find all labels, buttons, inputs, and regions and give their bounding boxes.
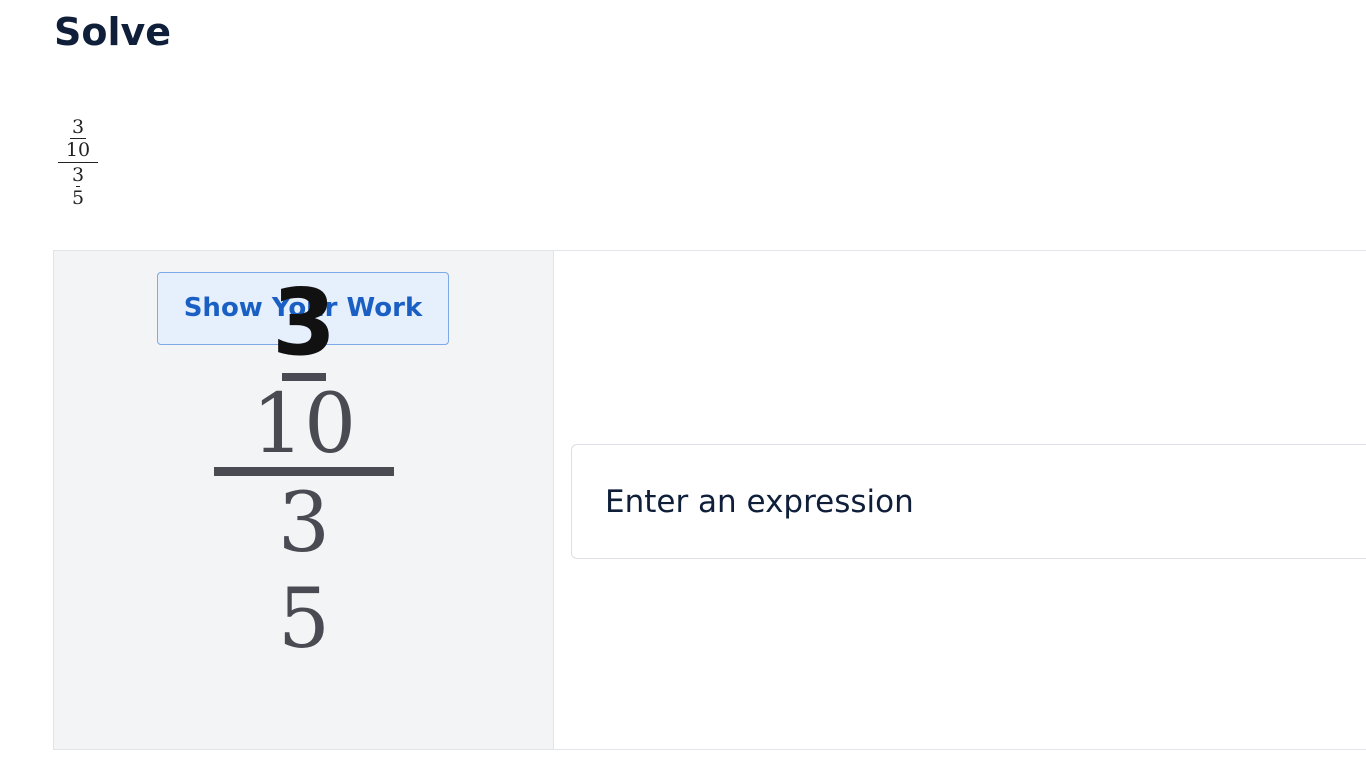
top-denominator: 10 [65,139,91,161]
problem-expression: 3 10 3 5 [58,116,98,209]
page-title: Solve [54,10,172,54]
handwritten-numerator: 3 [271,269,336,376]
complex-fraction: 3 10 3 5 [58,116,98,209]
large-bottom-fraction: 3 5 [248,476,360,667]
expression-input[interactable] [571,444,1366,559]
page: Solve 3 10 3 5 3 10 3 5 Show Your Work E… [0,0,1366,768]
bottom-denominator: 5 [71,187,85,209]
work-area: 3 10 3 5 Show Your Work [53,250,1366,750]
top-fraction: 3 10 [66,116,90,161]
bottom-fraction: 3 5 [72,164,84,209]
large-top-denominator: 10 [251,377,357,472]
large-bottom-denominator: 5 [277,572,331,667]
answer-pane [554,251,1366,749]
large-main-fraction-bar [214,467,394,476]
top-numerator: 3 [71,116,85,138]
bottom-numerator: 3 [71,164,85,186]
large-bottom-numerator: 3 [277,476,331,571]
main-fraction-bar [58,162,98,163]
scratch-pad-pane[interactable]: 3 10 3 5 Show Your Work [54,251,554,749]
